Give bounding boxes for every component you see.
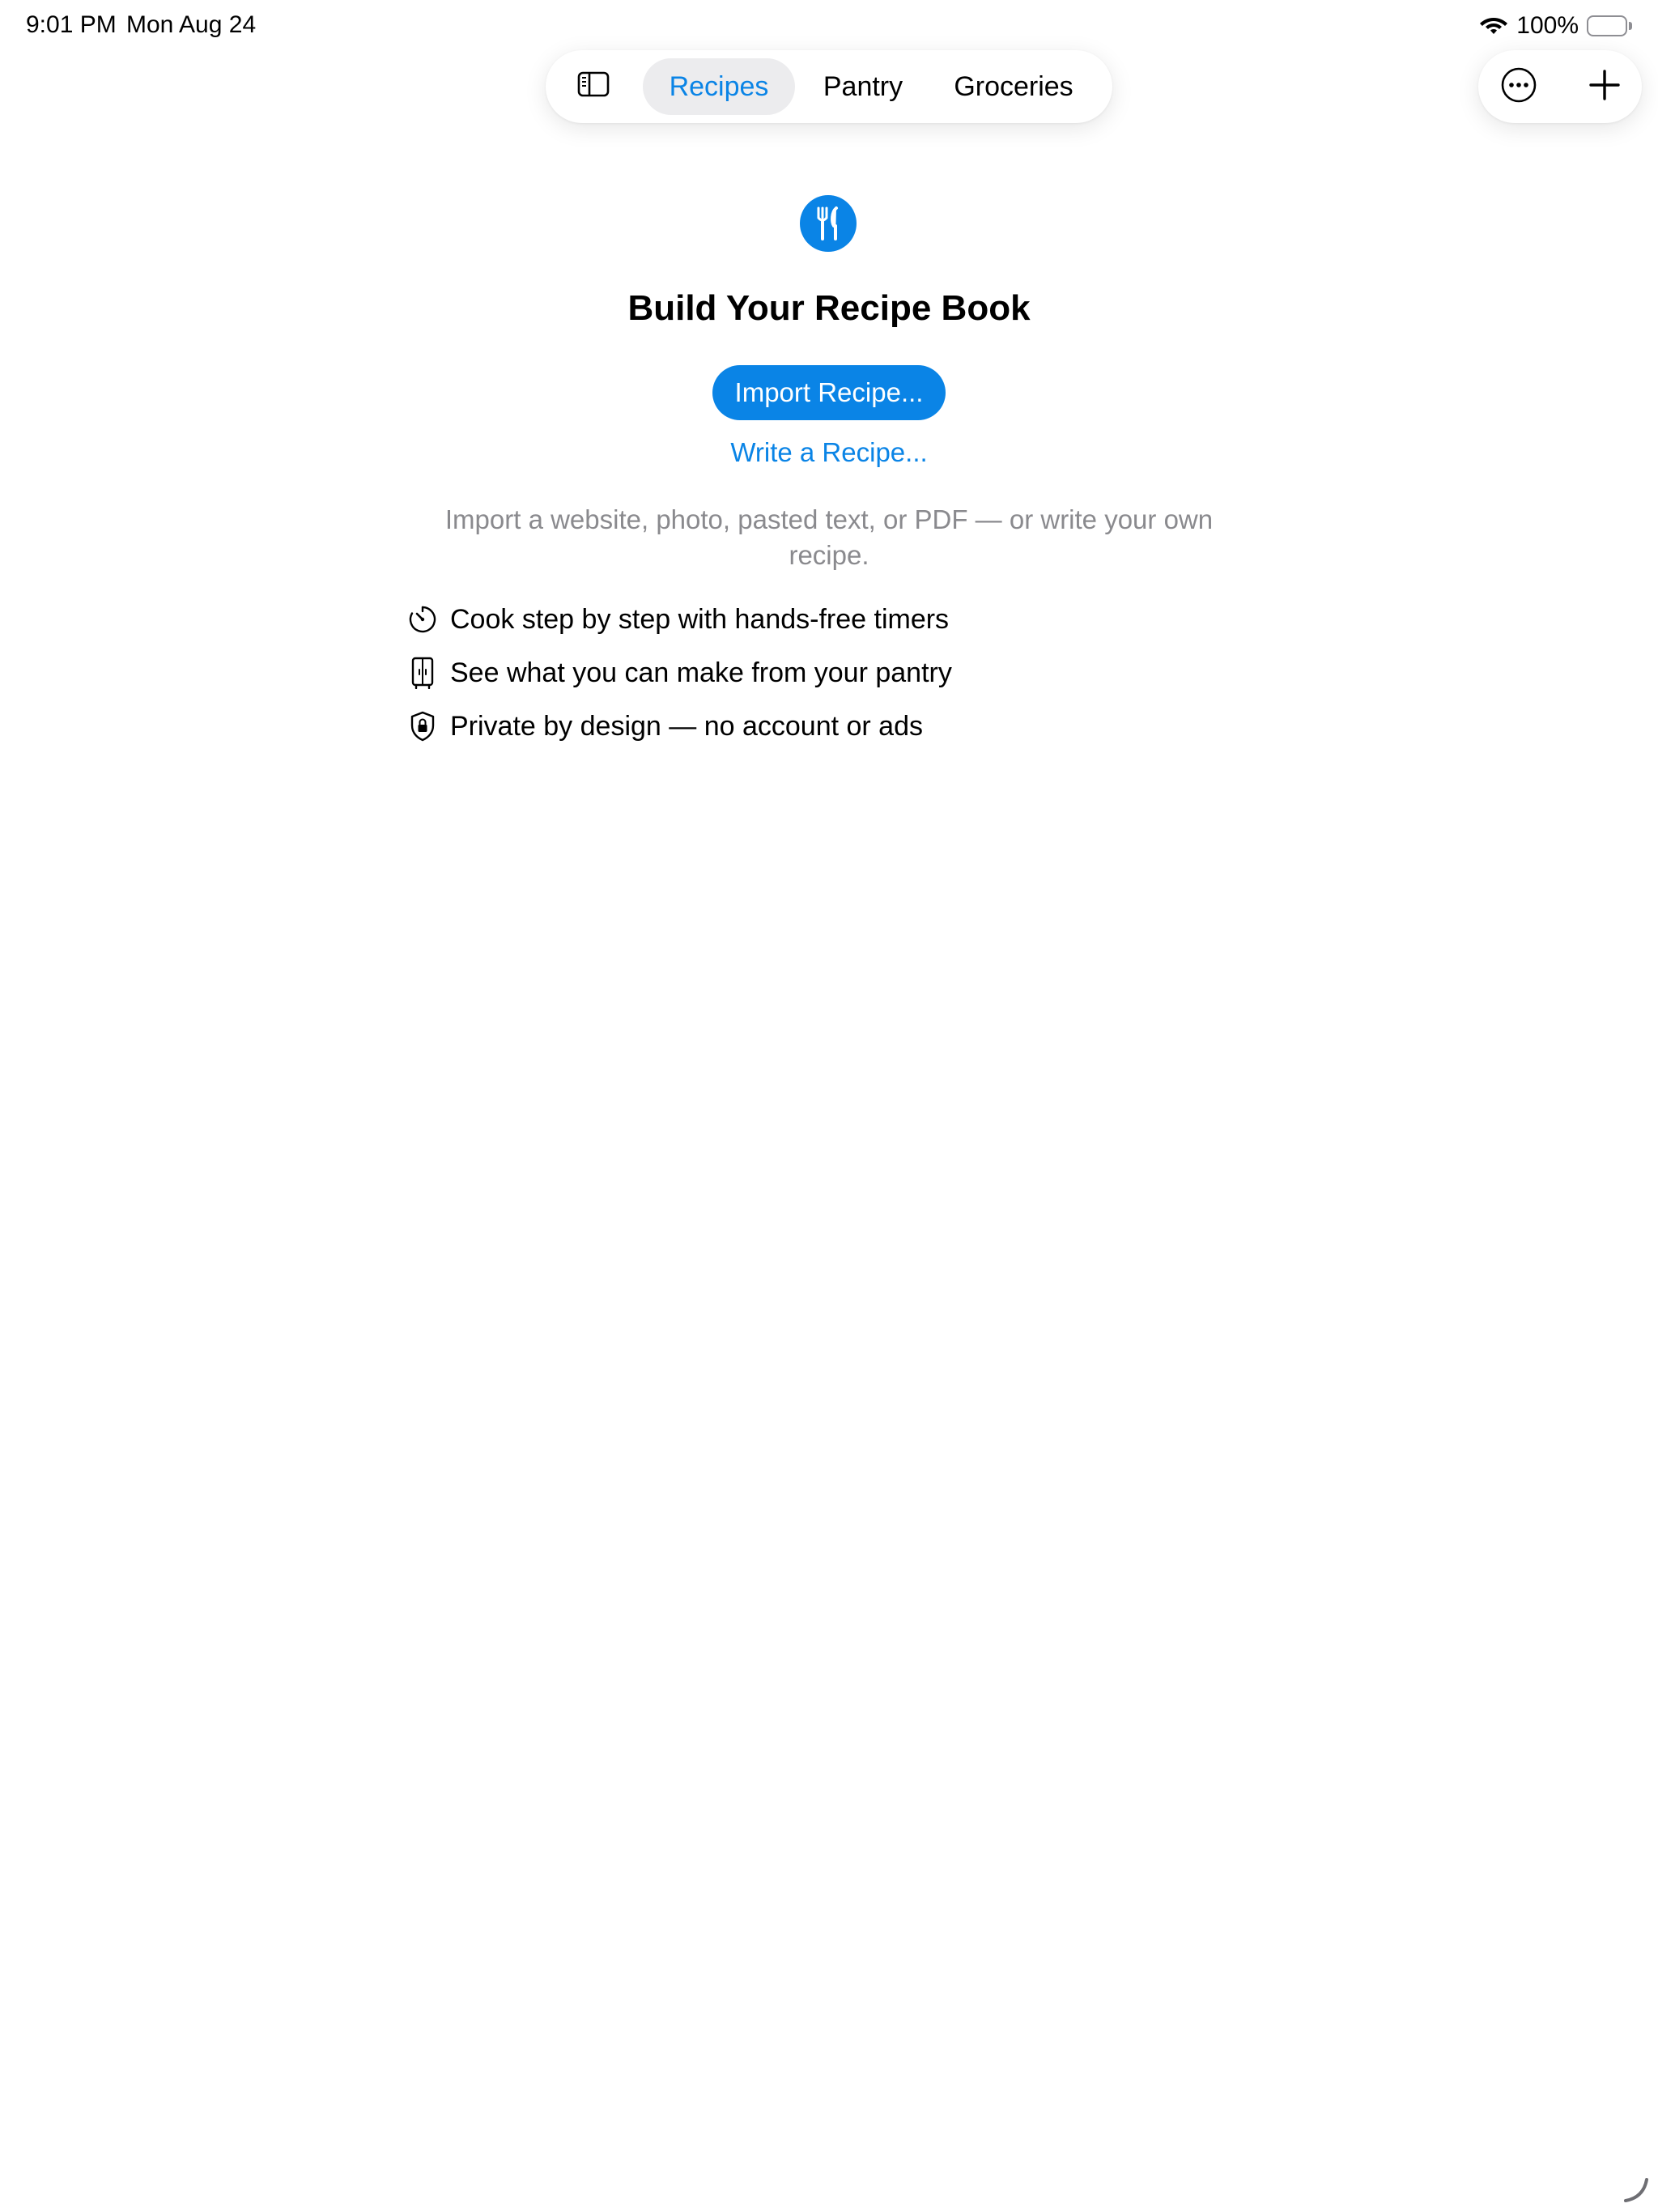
feature-item: Private by design — no account or ads [406, 708, 923, 745]
wifi-icon [1479, 13, 1508, 40]
import-recipe-button[interactable]: Import Recipe... [712, 365, 946, 420]
lock-shield-icon [406, 710, 439, 742]
tab-pantry[interactable]: Pantry [803, 58, 923, 115]
feature-item: See what you can make from your pantry [406, 654, 952, 691]
feature-item: Cook step by step with hands-free timers [406, 601, 949, 638]
tab-recipes[interactable]: Recipes [643, 58, 795, 115]
empty-state-title: Build Your Recipe Book [627, 288, 1031, 328]
resize-handle[interactable] [1619, 2173, 1652, 2206]
fork-knife-icon [800, 195, 857, 252]
write-recipe-link[interactable]: Write a Recipe... [0, 437, 1658, 468]
status-time: 9:01 PM [26, 11, 117, 38]
timer-icon [406, 603, 439, 636]
tab-groceries[interactable]: Groceries [931, 58, 1096, 115]
add-button[interactable] [1584, 66, 1626, 108]
empty-state-description: Import a website, photo, pasted text, or… [444, 504, 1214, 570]
ellipsis-circle-icon [1500, 66, 1537, 108]
feature-text: See what you can make from your pantry [450, 657, 952, 688]
refrigerator-icon [406, 657, 439, 689]
feature-text: Private by design — no account or ads [450, 710, 923, 742]
feature-text: Cook step by step with hands-free timers [450, 603, 950, 635]
more-button[interactable] [1498, 66, 1540, 108]
status-indicators: 100% [1479, 10, 1632, 42]
plus-icon [1588, 69, 1621, 105]
battery-percent: 100% [1516, 12, 1579, 39]
toolbar-actions [1478, 50, 1642, 123]
status-date: Mon Aug 24 [126, 11, 257, 38]
sidebar-left-icon [577, 71, 610, 101]
status-bar: 9:01 PM Mon Aug 24 100% [0, 0, 1658, 52]
top-tab-bar: Recipes Pantry Groceries [546, 50, 1112, 123]
sidebar-toggle-button[interactable] [575, 67, 612, 104]
battery-icon [1587, 15, 1632, 36]
